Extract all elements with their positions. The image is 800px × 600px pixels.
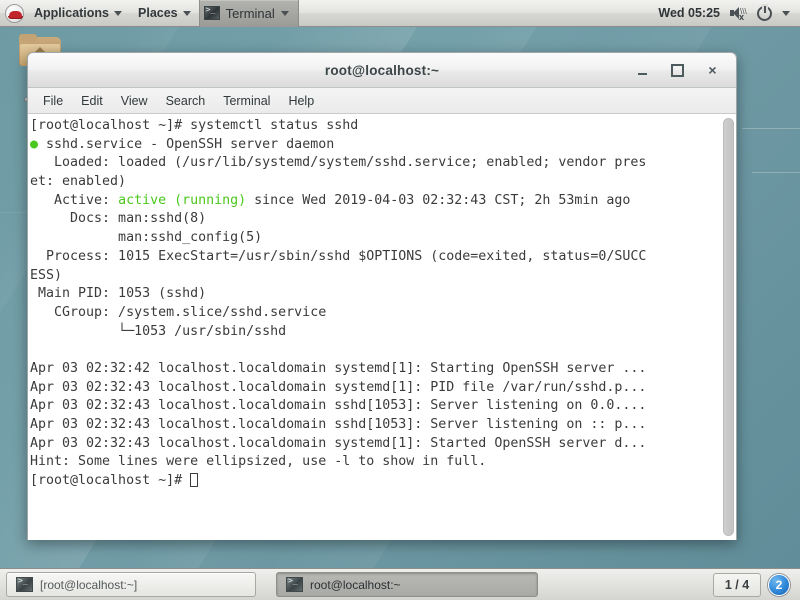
terminal-line: Apr 03 02:32:43 localhost.localdomain ss… xyxy=(30,417,647,432)
top-panel: Applications Places Terminal Wed 05:25 \… xyxy=(0,0,800,27)
panel-window-label: Terminal xyxy=(225,5,275,21)
power-icon[interactable] xyxy=(757,5,772,21)
terminal-output[interactable]: [root@localhost ~]# systemctl status ssh… xyxy=(28,114,721,540)
workspace-indicator[interactable]: 1 / 4 xyxy=(713,572,761,597)
terminal-line: Apr 03 02:32:43 localhost.localdomain sy… xyxy=(30,379,647,395)
places-menu-label: Places xyxy=(138,6,178,20)
close-button[interactable]: × xyxy=(705,63,720,78)
maximize-button[interactable] xyxy=(670,63,685,78)
status-bullet-icon: ● xyxy=(30,136,47,152)
applications-menu-label: Applications xyxy=(34,6,110,20)
panel-window-terminal[interactable]: Terminal xyxy=(198,0,299,27)
terminal-line: CGroup: /system.slice/sshd.service xyxy=(30,304,327,320)
redhat-logo-icon[interactable] xyxy=(5,3,24,23)
terminal-body[interactable]: [root@localhost ~]# systemctl status ssh… xyxy=(28,114,736,540)
menu-terminal[interactable]: Terminal xyxy=(214,89,279,113)
terminal-line: Apr 03 02:32:42 localhost.localdomain sy… xyxy=(30,360,647,376)
taskbar-item-1-label: root@localhost:~ xyxy=(310,577,401,592)
window-title: root@localhost:~ xyxy=(324,62,440,78)
chevron-down-icon xyxy=(182,10,191,16)
menu-search[interactable]: Search xyxy=(157,89,215,113)
places-menu[interactable]: Places xyxy=(130,0,199,26)
terminal-line: Hint: Some lines were ellipsized, use -l… xyxy=(30,454,487,470)
menu-help[interactable]: Help xyxy=(279,89,323,113)
terminal-icon xyxy=(286,576,303,592)
status-active-text: active (running) xyxy=(118,192,247,208)
terminal-line: Apr 03 02:32:43 localhost.localdomain sy… xyxy=(30,435,647,451)
window-controls: × xyxy=(635,63,736,78)
terminal-line: └─1053 /usr/sbin/sshd xyxy=(30,323,287,339)
chevron-down-icon xyxy=(280,10,289,16)
terminal-line: ● sshd.service - OpenSSH server daemon xyxy=(30,136,335,152)
chevron-down-icon xyxy=(114,10,123,16)
taskbar: [root@localhost:~] root@localhost:~ 1 / … xyxy=(0,568,800,600)
terminal-line: [root@localhost ~]# systemctl status ssh… xyxy=(30,118,359,133)
taskbar-item-1[interactable]: root@localhost:~ xyxy=(276,572,538,597)
terminal-line: Loaded: loaded (/usr/lib/systemd/system/… xyxy=(30,155,647,171)
terminal-line: Main PID: 1053 (sshd) xyxy=(30,286,207,302)
terminal-line: et: enabled) xyxy=(30,174,127,190)
terminal-scrollbar[interactable] xyxy=(721,114,736,540)
minimize-button[interactable] xyxy=(635,63,650,78)
applications-menu[interactable]: Applications xyxy=(26,0,130,26)
terminal-window: root@localhost:~ × File Edit View Search… xyxy=(27,52,737,540)
menubar: File Edit View Search Terminal Help xyxy=(28,88,736,114)
terminal-icon xyxy=(203,5,220,20)
terminal-line: man:sshd_config(5) xyxy=(30,230,263,246)
terminal-line: Process: 1015 ExecStart=/usr/sbin/sshd $… xyxy=(30,248,647,264)
workspace-switcher: 1 / 4 2 xyxy=(713,572,794,597)
taskbar-item-0[interactable]: [root@localhost:~] xyxy=(6,572,256,597)
terminal-line: Apr 03 02:32:43 localhost.localdomain ss… xyxy=(30,398,647,414)
clock[interactable]: Wed 05:25 xyxy=(658,6,720,20)
terminal-line: ESS) xyxy=(30,267,63,283)
menu-view[interactable]: View xyxy=(112,89,157,113)
terminal-line: Docs: man:sshd(8) xyxy=(30,211,207,227)
menu-file[interactable]: File xyxy=(34,89,72,113)
menu-edit[interactable]: Edit xyxy=(72,89,112,113)
taskbar-item-0-label: [root@localhost:~] xyxy=(40,577,138,592)
chevron-down-icon[interactable] xyxy=(782,10,790,16)
scrollbar-thumb[interactable] xyxy=(723,118,734,536)
window-titlebar[interactable]: root@localhost:~ × xyxy=(28,53,736,88)
terminal-line: [root@localhost ~]# xyxy=(30,472,719,491)
terminal-cursor xyxy=(190,473,199,488)
workspace-badge[interactable]: 2 xyxy=(768,573,790,596)
terminal-line: Active: active (running) since Wed 2019-… xyxy=(30,192,631,208)
volume-muted-icon[interactable]: \\\ x xyxy=(730,6,747,22)
terminal-icon xyxy=(16,576,33,592)
panel-status-area: Wed 05:25 \\\ x xyxy=(658,5,800,22)
